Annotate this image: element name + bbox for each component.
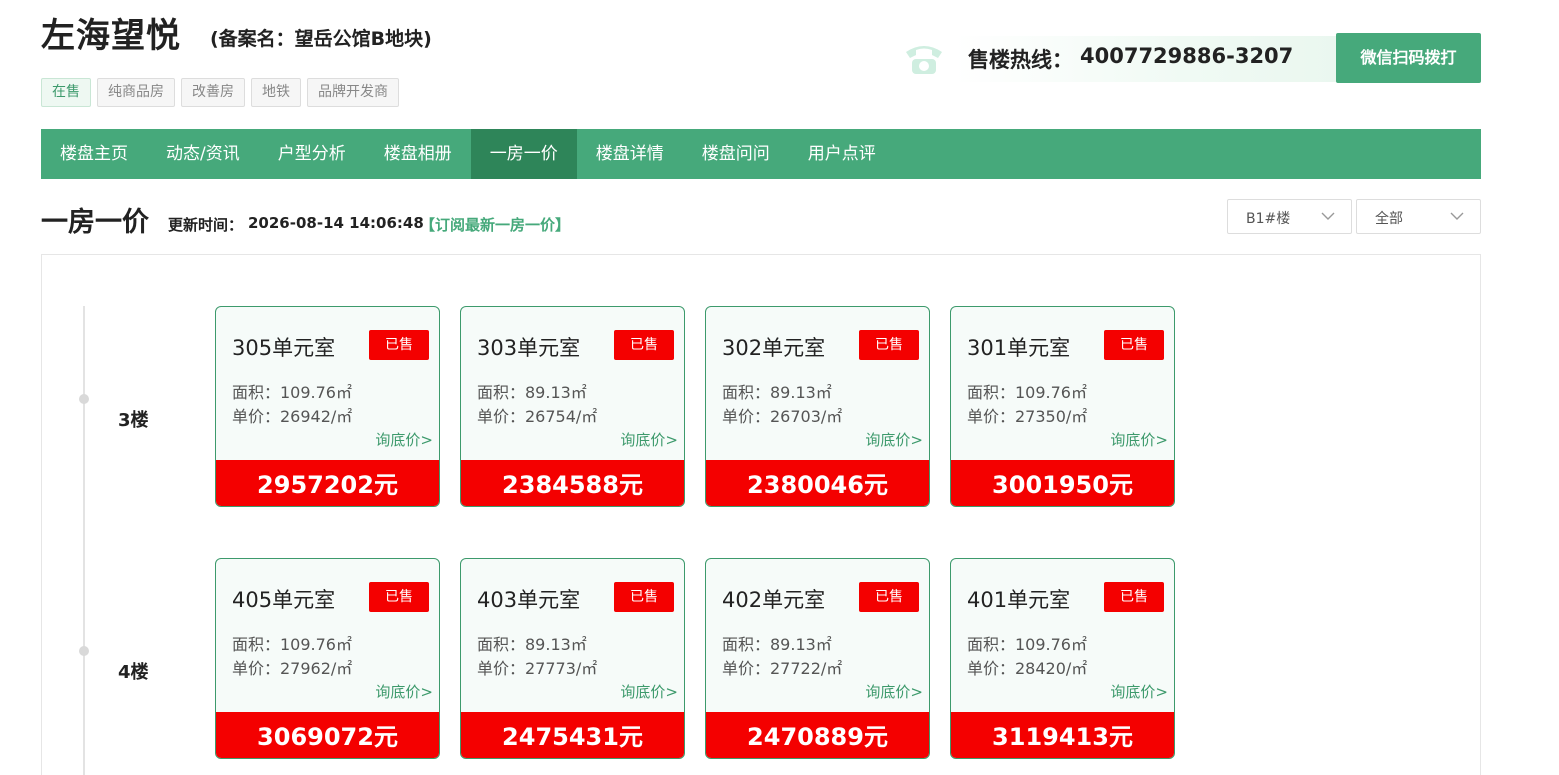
- building-select[interactable]: B1#楼: [1227, 199, 1352, 234]
- main-nav: 楼盘主页 动态/资讯 户型分析 楼盘相册 一房一价 楼盘详情 楼盘问问 用户点评: [41, 129, 1481, 179]
- unit-area: 面积：89.13㎡: [477, 635, 587, 654]
- status-badge: 已售: [614, 582, 674, 612]
- total-price: 3119413元: [951, 712, 1174, 758]
- tag-metro: 地铁: [251, 78, 301, 107]
- tag-on-sale: 在售: [41, 78, 91, 107]
- nav-item-home[interactable]: 楼盘主页: [41, 129, 147, 179]
- chevron-down-icon: [1450, 212, 1464, 220]
- update-time: 2026-08-14 14:06:48: [248, 214, 424, 232]
- total-price: 2384588元: [461, 460, 684, 506]
- unit-price: 单价：26754/㎡: [477, 407, 598, 426]
- unit-room: 403单元室: [477, 588, 581, 612]
- unit-area: 面积：109.76㎡: [967, 383, 1087, 402]
- unit-area: 面积：89.13㎡: [722, 383, 832, 402]
- status-badge: 已售: [859, 330, 919, 360]
- unit-area: 面积：89.13㎡: [722, 635, 832, 654]
- total-price: 3001950元: [951, 460, 1174, 506]
- total-price: 2957202元: [216, 460, 439, 506]
- unit-card[interactable]: 302单元室 已售 面积：89.13㎡ 单价：26703/㎡ 询底价> 2380…: [705, 306, 930, 507]
- timeline-dot: [79, 394, 89, 404]
- building-select-value: B1#楼: [1246, 211, 1291, 227]
- nav-item-price-list[interactable]: 一房一价: [470, 129, 577, 179]
- hotline-label: 售楼热线：: [968, 48, 1073, 72]
- unit-price: 单价：27722/㎡: [722, 659, 843, 678]
- unit-price: 单价：26942/㎡: [232, 407, 353, 426]
- unit-price: 单价：27962/㎡: [232, 659, 353, 678]
- inquire-price-link[interactable]: 询底价>: [375, 429, 433, 450]
- inquire-price-link[interactable]: 询底价>: [865, 429, 923, 450]
- nav-item-reviews[interactable]: 用户点评: [789, 129, 895, 179]
- unit-card[interactable]: 305单元室 已售 面积：109.76㎡ 单价：26942/㎡ 询底价> 295…: [215, 306, 440, 507]
- wechat-dial-button[interactable]: 微信扫码拨打: [1336, 33, 1481, 83]
- unit-area: 面积：109.76㎡: [967, 635, 1087, 654]
- nav-item-album[interactable]: 楼盘相册: [365, 129, 471, 179]
- unit-card[interactable]: 401单元室 已售 面积：109.76㎡ 单价：28420/㎡ 询底价> 311…: [950, 558, 1175, 759]
- status-filter-select[interactable]: 全部: [1356, 199, 1481, 234]
- unit-room: 303单元室: [477, 336, 581, 360]
- total-price: 3069072元: [216, 712, 439, 758]
- unit-price: 单价：26703/㎡: [722, 407, 843, 426]
- inquire-price-link[interactable]: 询底价>: [620, 681, 678, 702]
- inquire-price-link[interactable]: 询底价>: [1110, 429, 1168, 450]
- unit-card[interactable]: 303单元室 已售 面积：89.13㎡ 单价：26754/㎡ 询底价> 2384…: [460, 306, 685, 507]
- total-price: 2475431元: [461, 712, 684, 758]
- tag-commercial-housing: 纯商品房: [97, 78, 175, 107]
- unit-card[interactable]: 402单元室 已售 面积：89.13㎡ 单价：27722/㎡ 询底价> 2470…: [705, 558, 930, 759]
- status-filter-value: 全部: [1375, 211, 1403, 227]
- update-label: 更新时间：: [168, 216, 244, 234]
- subscribe-link[interactable]: 【订阅最新一房一价】: [420, 214, 570, 235]
- tag-list: 在售 纯商品房 改善房 地铁 品牌开发商: [41, 78, 399, 107]
- unit-price: 单价：27773/㎡: [477, 659, 598, 678]
- unit-room: 401单元室: [967, 588, 1071, 612]
- inquire-price-link[interactable]: 询底价>: [620, 429, 678, 450]
- tag-upgrade-housing: 改善房: [181, 78, 245, 107]
- inquire-price-link[interactable]: 询底价>: [865, 681, 923, 702]
- nav-item-qa[interactable]: 楼盘问问: [683, 129, 789, 179]
- unit-card[interactable]: 403单元室 已售 面积：89.13㎡ 单价：27773/㎡ 询底价> 2475…: [460, 558, 685, 759]
- status-badge: 已售: [1104, 330, 1164, 360]
- status-badge: 已售: [369, 330, 429, 360]
- project-title: 左海望悦: [41, 16, 181, 56]
- unit-card[interactable]: 405单元室 已售 面积：109.76㎡ 单价：27962/㎡ 询底价> 306…: [215, 558, 440, 759]
- status-badge: 已售: [614, 330, 674, 360]
- status-badge: 已售: [1104, 582, 1164, 612]
- status-badge: 已售: [369, 582, 429, 612]
- chevron-down-icon: [1321, 212, 1335, 220]
- phone-icon: [906, 46, 942, 74]
- status-badge: 已售: [859, 582, 919, 612]
- section-title: 一房一价: [41, 207, 149, 238]
- nav-item-floorplans[interactable]: 户型分析: [259, 129, 365, 179]
- nav-item-details[interactable]: 楼盘详情: [577, 129, 683, 179]
- total-price: 2380046元: [706, 460, 929, 506]
- floor-label: 4楼: [118, 662, 149, 683]
- nav-item-news[interactable]: 动态/资讯: [147, 129, 259, 179]
- record-name: (备案名：望岳公馆B地块): [210, 28, 432, 50]
- inquire-price-link[interactable]: 询底价>: [1110, 681, 1168, 702]
- unit-area: 面积：109.76㎡: [232, 383, 352, 402]
- unit-room: 302单元室: [722, 336, 826, 360]
- unit-area: 面积：109.76㎡: [232, 635, 352, 654]
- floor-label: 3楼: [118, 410, 149, 431]
- floor-timeline: [83, 306, 85, 775]
- total-price: 2470889元: [706, 712, 929, 758]
- unit-card[interactable]: 301单元室 已售 面积：109.76㎡ 单价：27350/㎡ 询底价> 300…: [950, 306, 1175, 507]
- unit-price: 单价：27350/㎡: [967, 407, 1088, 426]
- inquire-price-link[interactable]: 询底价>: [375, 681, 433, 702]
- hotline-number: 4007729886-3207: [1080, 44, 1294, 68]
- unit-room: 305单元室: [232, 336, 336, 360]
- unit-area: 面积：89.13㎡: [477, 383, 587, 402]
- unit-room: 405单元室: [232, 588, 336, 612]
- unit-room: 301单元室: [967, 336, 1071, 360]
- unit-price: 单价：28420/㎡: [967, 659, 1088, 678]
- timeline-dot: [79, 646, 89, 656]
- tag-brand-developer: 品牌开发商: [307, 78, 399, 107]
- unit-room: 402单元室: [722, 588, 826, 612]
